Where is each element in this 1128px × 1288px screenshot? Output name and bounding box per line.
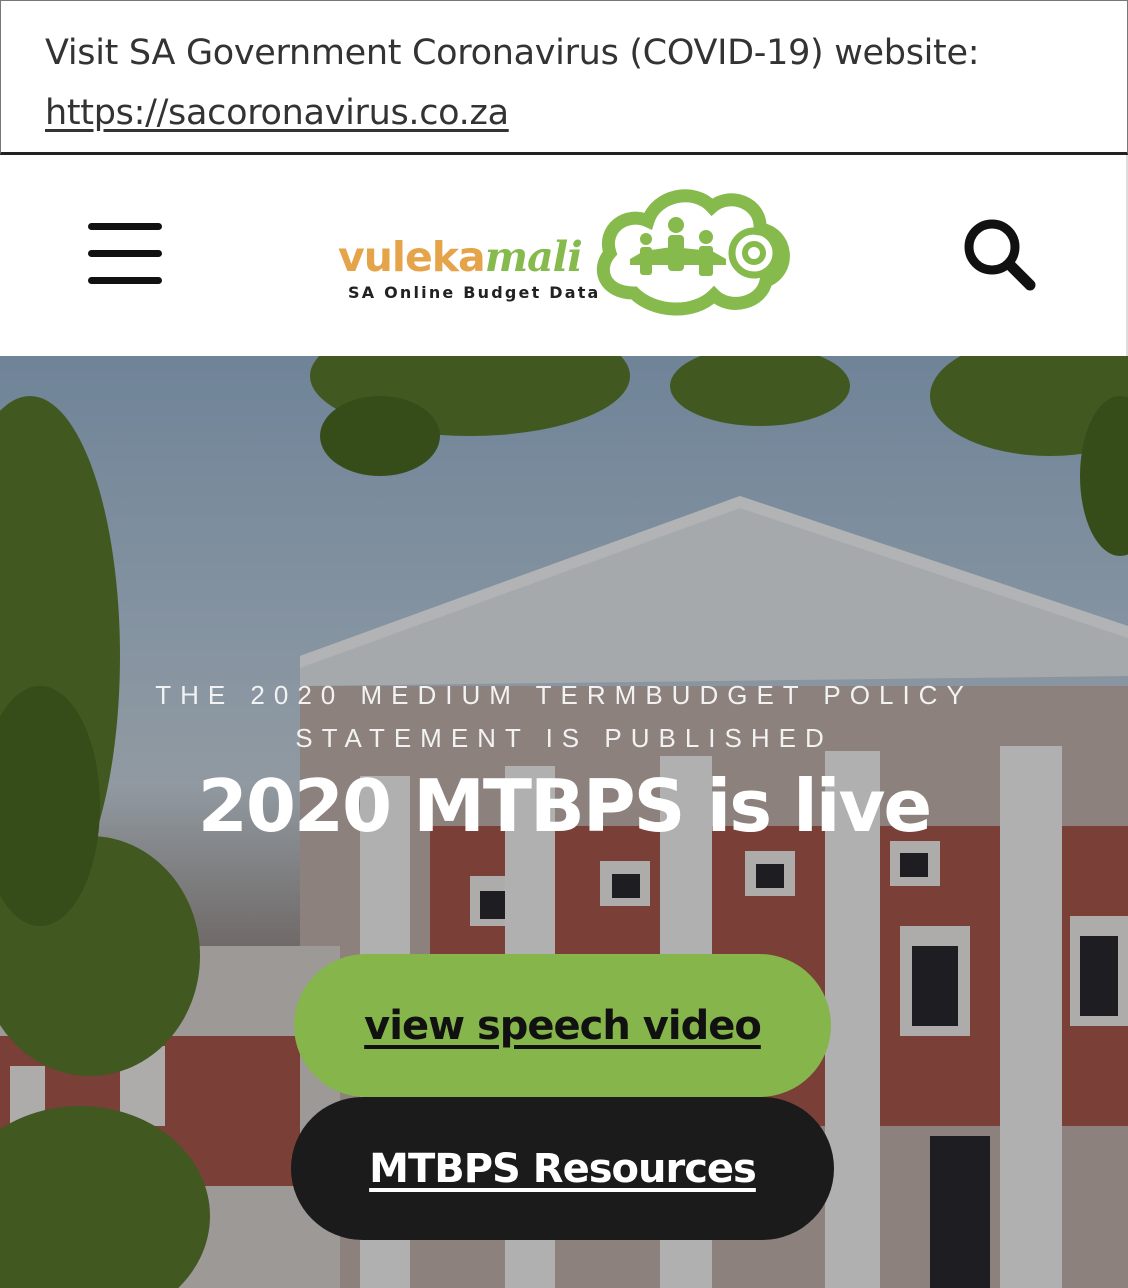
site-header: vulekamali SA Online Budget Data [0,155,1128,356]
hamburger-menu-icon[interactable] [88,223,162,285]
covid-website-link[interactable]: https://sacoronavirus.co.za [45,93,509,133]
hero-title: 2020 MTBPS is live [197,764,933,848]
hero-eyebrow-line1: THE 2020 MEDIUM TERMBUDGET POLICY [155,680,973,710]
hero-eyebrow: THE 2020 MEDIUM TERMBUDGET POLICY STATEM… [0,674,1128,760]
logo-tagline: SA Online Budget Data [348,283,601,302]
logo-word-mali: mali [484,233,583,281]
covid-banner-text: Visit SA Government Coronavirus (COVID-1… [45,23,1083,143]
logo-wordmark: vulekamali [338,233,583,281]
mtbps-resources-button[interactable]: MTBPS Resources [291,1097,834,1240]
hero-eyebrow-line2: STATEMENT IS PUBLISHED [295,723,833,753]
hero-section: THE 2020 MEDIUM TERMBUDGET POLICY STATEM… [0,356,1128,1288]
vulekamali-logo[interactable]: vulekamali SA Online Budget Data [334,181,796,321]
covid-banner: Visit SA Government Coronavirus (COVID-1… [0,0,1128,155]
search-icon[interactable] [960,215,1038,293]
logo-word-vuleka: vuleka [338,233,486,281]
covid-banner-message: Visit SA Government Coronavirus (COVID-1… [45,33,980,73]
view-speech-video-button[interactable]: view speech video [294,954,831,1097]
